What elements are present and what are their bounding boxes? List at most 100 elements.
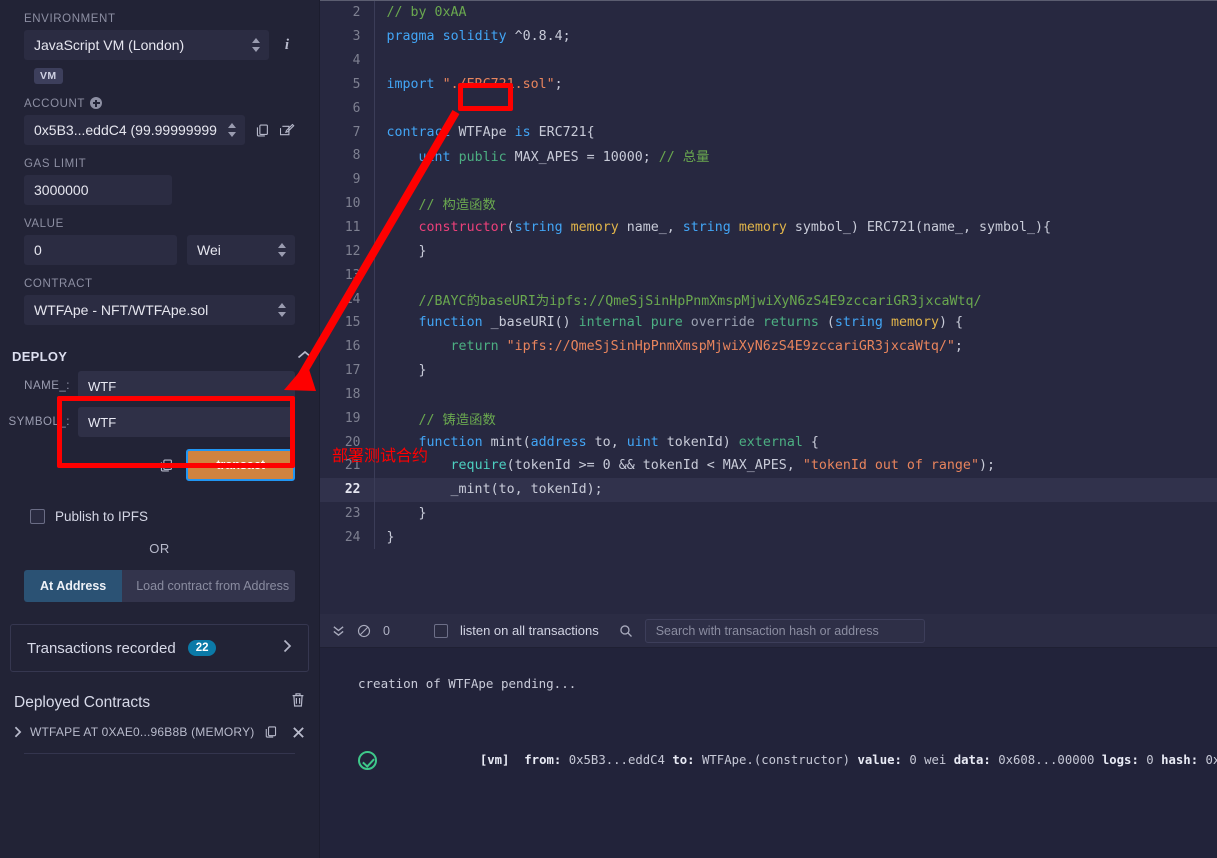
log-to-value: WTFApe.(constructor) (702, 753, 851, 767)
edit-icon[interactable] (280, 123, 295, 138)
value-input-wrap[interactable] (24, 235, 177, 265)
code-text[interactable]: function mint(address to, uint tokenId) … (373, 430, 1217, 455)
code-line[interactable]: 12 } (320, 239, 1217, 264)
param-input-name[interactable] (78, 371, 295, 401)
code-line[interactable]: 20 function mint(address to, uint tokenI… (320, 430, 1217, 455)
code-line[interactable]: 11 constructor(string memory name_, stri… (320, 215, 1217, 240)
code-line[interactable]: 18 (320, 382, 1217, 407)
code-text[interactable]: return "ipfs://QmeSjSinHpPnmXmspMjwiXyN6… (373, 334, 1217, 359)
code-text[interactable] (373, 167, 1217, 192)
contract-label: CONTRACT (24, 278, 93, 290)
code-line[interactable]: 24} (320, 525, 1217, 550)
deploy-params: NAME_: SYMBOL_: (0, 371, 319, 437)
code-text[interactable]: _mint(to, tokenId); (373, 477, 1217, 502)
publish-to-ipfs-checkbox[interactable] (30, 509, 45, 524)
chevron-right-icon[interactable] (14, 726, 22, 738)
ban-icon[interactable] (357, 624, 371, 638)
deployed-contract-item[interactable]: WTFAPE AT 0XAE0...96B8B (MEMORY) (0, 725, 319, 739)
terminal-search-input[interactable] (644, 618, 925, 643)
code-text[interactable]: // 构造函数 (373, 191, 1217, 216)
code-text[interactable]: require(tokenId >= 0 && tokenId < MAX_AP… (373, 454, 1217, 478)
code-line[interactable]: 14 //BAYC的baseURI为ipfs://QmeSjSinHpPnmXm… (320, 287, 1217, 311)
trash-icon[interactable] (291, 692, 305, 713)
param-input-symbol[interactable] (78, 407, 295, 437)
code-line[interactable]: 5 import "./ERC721.sol"; (320, 72, 1217, 97)
code-text[interactable] (373, 96, 1217, 121)
code-text[interactable] (373, 48, 1217, 73)
plus-circle-icon[interactable] (90, 97, 103, 109)
code-text[interactable]: uint public MAX_APES = 10000; // 总量 (373, 144, 1217, 168)
contract-select[interactable]: WTFApe - NFT/WTFApe.sol (24, 295, 295, 325)
value-row: Wei (24, 235, 295, 265)
gas-limit-wrap[interactable] (24, 175, 172, 205)
code-text[interactable]: //BAYC的baseURI为ipfs://QmeSjSinHpPnmXmspM… (373, 287, 1217, 311)
code-line[interactable]: 22 _mint(to, tokenId); (320, 477, 1217, 502)
code-text[interactable] (373, 263, 1217, 288)
value-input[interactable] (24, 235, 177, 265)
code-text[interactable]: import "./ERC721.sol"; (373, 72, 1217, 97)
code-text[interactable]: // 铸造函数 (373, 406, 1217, 431)
chevron-up-icon[interactable] (297, 347, 313, 365)
code-line[interactable]: 7 contract WTFApe is ERC721{ (320, 120, 1217, 145)
listen-all-transactions-checkbox[interactable] (433, 623, 448, 638)
code-line[interactable]: 19 // 铸造函数 (320, 406, 1217, 431)
code-editor[interactable]: 2 // by 0xAA 3 pragma solidity ^0.8.4; 4 5 im… (320, 0, 1217, 614)
double-chevron-down-icon[interactable] (332, 624, 345, 637)
terminal-log-row[interactable]: [vm] from: 0x5B3...eddC4 to: WTFApe.(con… (358, 739, 1217, 781)
publish-to-ipfs-row[interactable]: Publish to IPFS (30, 509, 295, 524)
log-value-value: 0 wei (909, 753, 947, 767)
transactions-count-badge: 22 (187, 640, 217, 656)
log-logs-label: logs: (1101, 753, 1139, 767)
copy-icon[interactable] (264, 725, 278, 739)
copy-icon[interactable] (159, 458, 174, 473)
code-text[interactable]: } (373, 501, 1217, 526)
code-line[interactable]: 21 require(tokenId >= 0 && tokenId < MAX… (320, 454, 1217, 478)
code-line[interactable]: 10 // 构造函数 (320, 191, 1217, 216)
info-icon[interactable]: i (279, 37, 295, 53)
code-text[interactable]: // by 0xAA (373, 1, 1217, 25)
gas-limit-input[interactable] (24, 175, 172, 205)
code-line[interactable]: 9 (320, 167, 1217, 192)
deploy-section-header[interactable]: DEPLOY (0, 347, 319, 365)
environment-select[interactable]: JavaScript VM (London) (24, 30, 269, 60)
close-icon[interactable] (292, 726, 305, 739)
code-text[interactable]: function _baseURI() internal pure overri… (373, 310, 1217, 335)
code-line[interactable]: 3 pragma solidity ^0.8.4; (320, 24, 1217, 49)
code-text[interactable]: pragma solidity ^0.8.4; (373, 24, 1217, 49)
search-icon[interactable] (619, 624, 633, 638)
remix-ide-window: ENVIRONMENT JavaScript VM (London) i VM … (0, 0, 1217, 858)
line-number: 17 (344, 363, 361, 379)
code-text[interactable]: } (373, 358, 1217, 383)
code-text[interactable]: constructor(string memory name_, string … (373, 215, 1217, 240)
terminal-pending-text: creation of WTFApe pending... (358, 676, 577, 691)
account-select-wrap[interactable]: 0x5B3...eddC4 (99.99999999 (24, 115, 245, 145)
code-line[interactable]: 4 (320, 48, 1217, 73)
code-text[interactable]: } (373, 525, 1217, 550)
code-line[interactable]: 13 (320, 263, 1217, 288)
code-line[interactable]: 16 return "ipfs://QmeSjSinHpPnmXmspMjwiX… (320, 334, 1217, 359)
environment-select-wrap[interactable]: JavaScript VM (London) (24, 30, 269, 60)
code-line[interactable]: 2 // by 0xAA (320, 1, 1217, 25)
copy-icon[interactable] (255, 123, 270, 138)
transact-button[interactable]: transact (186, 449, 295, 481)
transact-row: transact (0, 449, 319, 481)
code-line[interactable]: 23 } (320, 501, 1217, 526)
value-unit-wrap[interactable]: Wei (187, 235, 295, 265)
code-line[interactable]: 6 (320, 96, 1217, 121)
code-text[interactable]: } (373, 239, 1217, 264)
log-logs-value: 0 (1146, 753, 1154, 767)
annotation-caption: 部署测试合约 (332, 446, 429, 465)
at-address-button[interactable]: At Address (24, 570, 123, 602)
contract-select-wrap[interactable]: WTFApe - NFT/WTFApe.sol (24, 295, 295, 325)
code-line[interactable]: 8 uint public MAX_APES = 10000; // 总量 (320, 144, 1217, 168)
line-number: 5 (352, 76, 361, 92)
code-text[interactable] (373, 382, 1217, 407)
account-select[interactable]: 0x5B3...eddC4 (99.99999999 (24, 115, 245, 145)
code-text[interactable]: contract WTFApe is ERC721{ (373, 120, 1217, 145)
at-address-input[interactable] (122, 570, 295, 602)
chevron-right-icon[interactable] (283, 639, 292, 658)
value-unit-select[interactable]: Wei (187, 235, 295, 265)
code-line[interactable]: 15 function _baseURI() internal pure ove… (320, 310, 1217, 335)
code-line[interactable]: 17 } (320, 358, 1217, 383)
transactions-recorded-row[interactable]: Transactions recorded 22 (10, 624, 309, 672)
